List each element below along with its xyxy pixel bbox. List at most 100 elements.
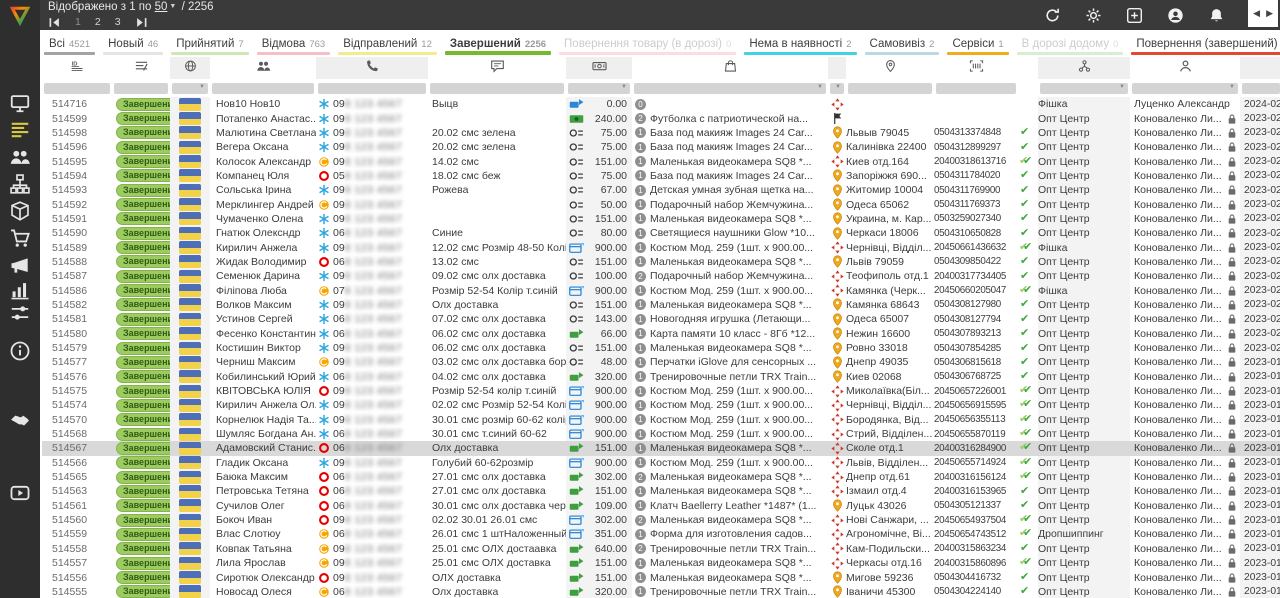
sidebar-item-products-icon[interactable] [9,200,31,222]
filter-input-address[interactable] [848,83,932,94]
table-row[interactable]: 514589ЗавершенийКирилич Анжела098 123 45… [42,240,1280,254]
table-row[interactable]: 514580ЗавершенийФесенко Константин068 12… [42,327,1280,341]
sidebar-item-orders-list-icon[interactable] [9,119,31,141]
status-badge[interactable]: Завершений [116,227,170,240]
status-badge[interactable]: Завершений [116,126,170,139]
status-badge[interactable]: Завершений [116,241,170,254]
notifications-icon[interactable] [1208,7,1225,24]
sidebar-item-sliders-icon[interactable] [9,302,31,324]
table-row[interactable]: 514595ЗавершенийКолосок Александр098 123… [42,154,1280,168]
filter-input-phone[interactable] [318,83,426,94]
table-row[interactable]: 514577ЗавершенийЧерниш Максим098 123 456… [42,355,1280,369]
table-row[interactable]: 514587ЗавершенийСеменюк Дарина098 123 45… [42,269,1280,283]
status-badge[interactable]: Завершений [116,542,170,555]
status-badge[interactable]: Завершений [116,499,170,512]
table-row[interactable]: 514575ЗавершенийКВІТОВСЬКА ЮЛІЯ098 123 4… [42,384,1280,398]
status-badge[interactable]: Завершений [116,385,170,398]
column-header-comment[interactable] [428,57,566,79]
table-row[interactable]: 514576ЗавершенийКобилинський Юрий068 123… [42,370,1280,384]
table-row[interactable]: 514582ЗавершенийВолков Максим098 123 456… [42,298,1280,312]
filter-input-client[interactable] [212,83,314,94]
status-badge[interactable]: Завершений [116,528,170,541]
column-header-payment[interactable] [566,57,632,79]
column-header-id[interactable]: ID [42,57,112,79]
filter-input-date[interactable] [1242,83,1280,94]
status-badge[interactable]: Завершений [116,356,170,369]
table-row[interactable]: 514593ЗавершенийСольська Ірина098 123 45… [42,183,1280,197]
table-row[interactable]: 514556ЗавершенийСиротюк Олександр098 123… [42,570,1280,584]
table-row[interactable]: 514559ЗавершенийВлас Слотюу068 123 45672… [42,527,1280,541]
status-badge[interactable]: Завершений [116,255,170,268]
tab-Нема в наявності[interactable]: Нема в наявності2 [740,30,860,57]
status-badge[interactable]: Завершений [116,442,170,455]
table-row[interactable]: 514563ЗавершенийПетровська Тетяна068 123… [42,484,1280,498]
tab-Прийнятий[interactable]: Прийнятий7 [167,30,253,57]
table-row[interactable]: 514581ЗавершенийУстинов Сергей068 123 45… [42,312,1280,326]
table-row[interactable]: 514592ЗавершенийМерклингер Андрей098 123… [42,197,1280,211]
tab-Завершений[interactable]: Завершений2256 [441,30,555,57]
sidebar-item-monitor-icon[interactable] [9,92,31,114]
status-badge[interactable]: Завершений [116,169,170,182]
filter-input-status[interactable] [114,83,168,94]
column-header-status[interactable] [112,57,170,79]
table-row[interactable]: 514590ЗавершенийГнатюк Олексндр068 123 4… [42,226,1280,240]
table-row[interactable]: 514558ЗавершенийКовпак Татьяна098 123 45… [42,542,1280,556]
page-number-1[interactable]: 1 [75,16,81,28]
column-header-fulfillment[interactable] [1038,57,1130,79]
table-row[interactable]: 514591ЗавершенийЧумаченко Олена098 123 4… [42,212,1280,226]
status-badge[interactable]: Завершений [116,212,170,225]
sidebar-item-cart-icon[interactable] [9,227,31,249]
sidebar-item-megaphone-icon[interactable] [9,254,31,276]
status-badge[interactable]: Завершений [116,514,170,527]
account-icon[interactable] [1167,7,1184,24]
status-badge[interactable]: Завершений [116,557,170,570]
status-badge[interactable]: Завершений [116,471,170,484]
column-header-products[interactable] [632,57,828,79]
status-badge[interactable]: Завершений [116,428,170,441]
filter-input-tracking[interactable] [936,83,1016,94]
status-badge[interactable]: Завершений [116,313,170,326]
gear-icon[interactable] [1085,7,1102,24]
status-badge[interactable]: Завершений [116,571,170,584]
tab-Всі[interactable]: Всі4521 [40,30,99,57]
first-page-icon[interactable] [48,17,61,28]
tab-scroll-right-icon[interactable]: ▶ [1264,6,1275,21]
page-number-3[interactable]: 3 [115,16,121,28]
filter-input-country[interactable] [172,83,208,94]
status-badge[interactable]: Завершений [116,456,170,469]
table-row[interactable]: 514566ЗавершенийГладик Оксана098 123 456… [42,456,1280,470]
table-row[interactable]: 514565ЗавершенийБаюка Максим068 123 4567… [42,470,1280,484]
sidebar-item-company-icon[interactable] [9,173,31,195]
status-badge[interactable]: Завершений [116,284,170,297]
status-badge[interactable]: Завершений [116,298,170,311]
sidebar-item-info-icon[interactable] [9,340,31,362]
tab-Новый[interactable]: Новый46 [99,30,167,57]
column-header-client[interactable] [210,57,316,79]
filter-input-products[interactable] [634,83,826,94]
column-header-delivered[interactable] [1018,57,1038,79]
table-row[interactable]: 514557ЗавершенийЛила Ярослав098 123 4567… [42,556,1280,570]
page-number-2[interactable]: 2 [95,16,101,28]
filter-input-payment[interactable] [568,83,630,94]
table-row[interactable]: 514599ЗавершенийПотапенко Анастас...098 … [42,111,1280,125]
table-row[interactable]: 514568ЗавершенийШумляс Богдана Ан...068 … [42,427,1280,441]
tab-Відмова[interactable]: Відмова763 [253,30,334,57]
tab-Відправлений[interactable]: Відправлений12 [334,30,441,57]
table-row[interactable]: 514555ЗавершенийНовосад Олеся068 123 456… [42,585,1280,598]
table-row[interactable]: 514598ЗавершенийМалютина Светлана098 123… [42,126,1280,140]
column-header-date[interactable] [1240,57,1280,79]
table-row[interactable]: 514560ЗавершенийБокоч Иван098 123 456702… [42,513,1280,527]
tab-В дорозі додому[interactable]: В дорозі додому0 [1013,30,1128,57]
column-header-phone[interactable] [316,57,428,79]
status-badge[interactable]: Завершений [116,155,170,168]
column-header-manager[interactable] [1130,57,1240,79]
column-header-tracking[interactable] [934,57,1018,79]
app-logo-icon[interactable] [7,3,33,29]
filter-input-manager[interactable] [1132,83,1238,94]
tab-Сервіси[interactable]: Сервіси1 [943,30,1012,57]
tab-Самовивіз[interactable]: Самовивіз2 [861,30,944,57]
status-badge[interactable]: Завершений [116,141,170,154]
status-badge[interactable]: Завершений [116,184,170,197]
sidebar-item-clients-icon[interactable] [9,146,31,168]
filter-input-fulfillment[interactable] [1040,83,1128,94]
